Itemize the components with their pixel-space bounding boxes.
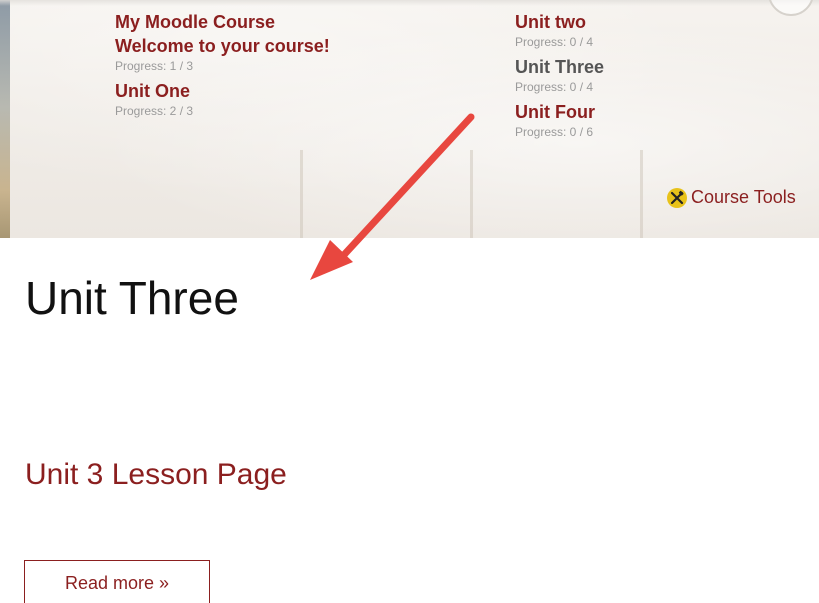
header-shadow (0, 0, 819, 6)
nav-unit-four-link[interactable]: Unit Four (515, 100, 604, 124)
nav-welcome-progress: Progress: 1 / 3 (115, 59, 194, 73)
course-tools-label: Course Tools (691, 187, 796, 207)
banner-decoration (300, 150, 303, 238)
banner-image-edge (0, 0, 10, 238)
banner-decoration (470, 150, 473, 238)
nav-unit-three-link[interactable]: Unit Three (515, 55, 604, 79)
banner-decoration (640, 150, 643, 238)
nav-welcome-link[interactable]: Welcome to your course! (115, 34, 330, 58)
nav-unit-two-link[interactable]: Unit two (515, 10, 604, 34)
course-tools-button[interactable]: Course Tools (667, 187, 796, 208)
page: My Moodle Course Welcome to your course!… (0, 0, 819, 603)
read-more-button[interactable]: Read more » (24, 560, 210, 603)
tools-icon (667, 187, 687, 208)
course-header-banner: My Moodle Course Welcome to your course!… (0, 0, 819, 238)
nav-unit-four-progress: Progress: 0 / 6 (515, 125, 594, 139)
nav-unit-three-progress: Progress: 0 / 4 (515, 80, 594, 94)
nav-unit-one-progress: Progress: 2 / 3 (115, 104, 194, 118)
lesson-page-link[interactable]: Unit 3 Lesson Page (25, 455, 287, 495)
nav-unit-one-link[interactable]: Unit One (115, 79, 330, 103)
nav-course-home-link[interactable]: My Moodle Course (115, 10, 330, 34)
nav-unit-two-progress: Progress: 0 / 4 (515, 35, 594, 49)
course-nav-left: My Moodle Course Welcome to your course!… (115, 10, 330, 124)
course-nav-right: Unit two Progress: 0 / 4 Unit Three Prog… (515, 10, 604, 145)
page-title: Unit Three (25, 272, 239, 324)
